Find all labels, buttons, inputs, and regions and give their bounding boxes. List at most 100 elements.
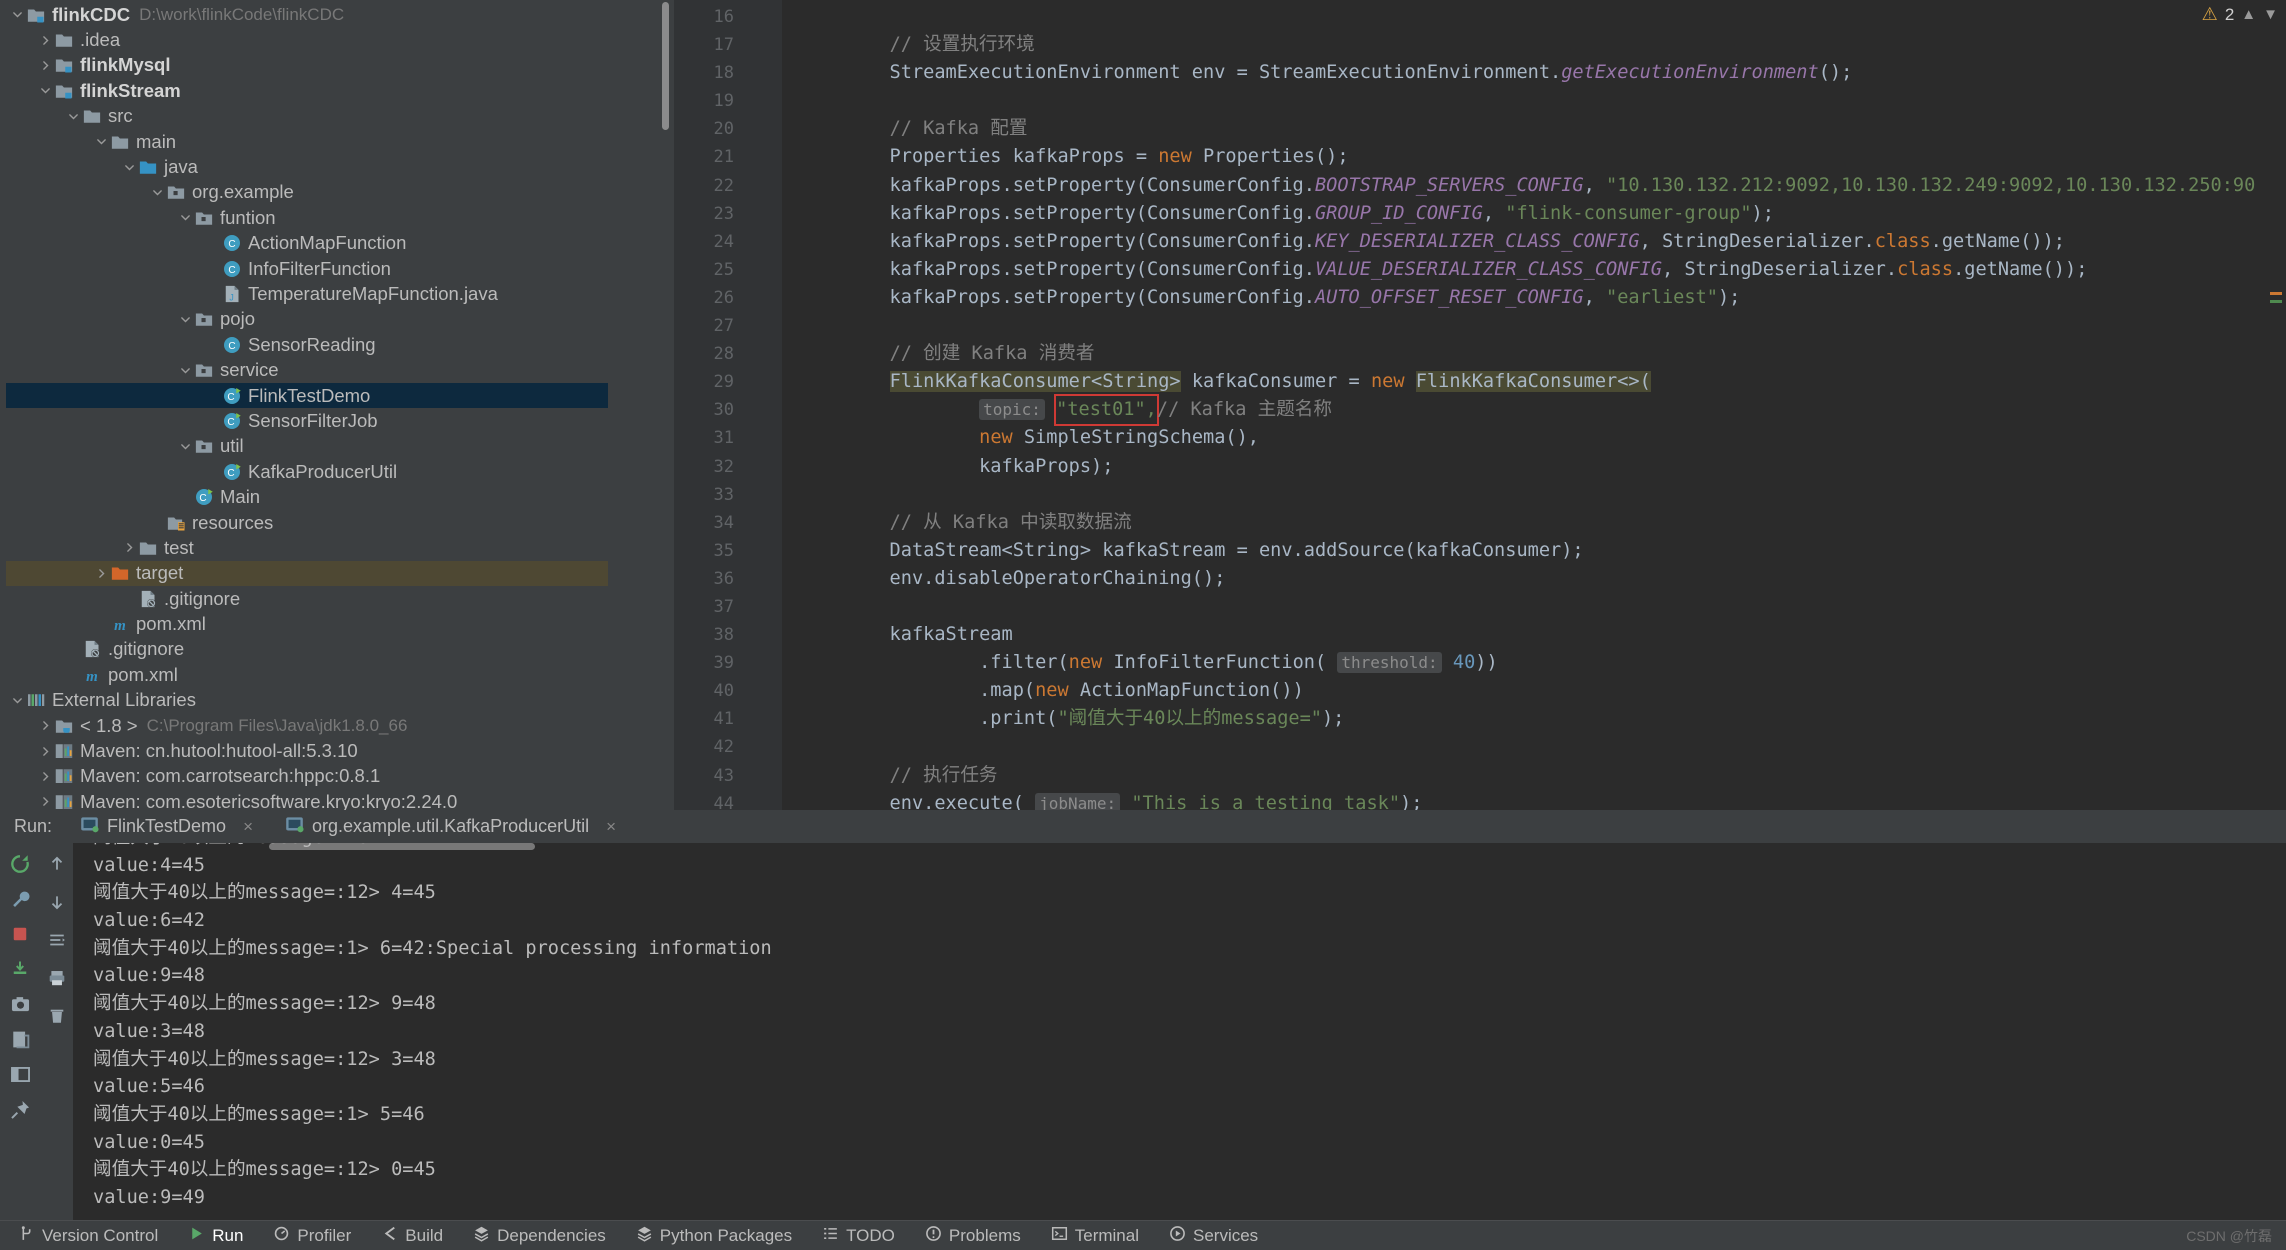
rerun-icon[interactable]: [7, 851, 33, 877]
close-icon[interactable]: ×: [606, 817, 616, 837]
tree-node-sensorfilterjob[interactable]: C SensorFilterJob: [0, 408, 608, 433]
code-line[interactable]: // 创建 Kafka 消费者: [800, 340, 2256, 368]
code-line[interactable]: // 从 Kafka 中读取数据流: [800, 509, 2256, 537]
run-tab-kafkaproducerutil[interactable]: org.example.util.KafkaProducerUtil ×: [285, 815, 626, 839]
status-bar-item-profiler[interactable]: Profiler: [273, 1225, 351, 1247]
wrench-icon[interactable]: [7, 886, 33, 912]
chevron-down-icon[interactable]: [178, 205, 193, 230]
tree-node-service[interactable]: service: [0, 357, 608, 382]
tree-node-flinkcdc[interactable]: flinkCDC D:\work\flinkCode\flinkCDC: [0, 2, 608, 27]
chevron-down-icon[interactable]: [38, 78, 53, 103]
code-line[interactable]: kafkaStream: [800, 621, 2256, 649]
tree-node-maven-com-esotericsoftware-kryo-kryo-2-24-0[interactable]: Maven: com.esotericsoftware.kryo:kryo:2.…: [0, 789, 608, 810]
code-line[interactable]: // 执行任务: [800, 762, 2256, 790]
tree-node-resources[interactable]: resources: [0, 510, 608, 535]
code-line[interactable]: DataStream<String> kafkaStream = env.add…: [800, 537, 2256, 565]
code-line[interactable]: kafkaProps.setProperty(ConsumerConfig.AU…: [800, 284, 2256, 312]
console-output[interactable]: 阈值大于40以上的message=:10> 4=47 value:4=45 阈值大于…: [73, 843, 2286, 1220]
run-actions-toolbar[interactable]: [0, 843, 40, 1220]
tree-node-maven-cn-hutool-hutool-all-5-3-10[interactable]: Maven: cn.hutool:hutool-all:5.3.10: [0, 738, 608, 763]
tree-node-pom-xml[interactable]: m pom.xml: [0, 611, 608, 636]
scroll-up-icon[interactable]: [44, 851, 70, 877]
soft-wrap-icon[interactable]: [44, 927, 70, 953]
code-line[interactable]: kafkaProps.setProperty(ConsumerConfig.GR…: [800, 200, 2256, 228]
trash-icon[interactable]: [44, 1003, 70, 1029]
editor-inspection-widget[interactable]: ⚠ 2 ▲ ▼: [2202, 4, 2278, 25]
editor-vertical-scrollbar[interactable]: [662, 2, 669, 130]
status-bar-item-version-control[interactable]: Version Control: [18, 1225, 158, 1247]
scroll-down-icon[interactable]: [44, 889, 70, 915]
export-icon[interactable]: [7, 1026, 33, 1052]
tree-node-org-example[interactable]: org.example: [0, 180, 608, 205]
tree-node-pojo[interactable]: pojo: [0, 307, 608, 332]
tree-node--1-8-[interactable]: < 1.8 > C:\Program Files\Java\jdk1.8.0_66: [0, 713, 608, 738]
source-code-area[interactable]: // 设置执行环境 StreamExecutionEnvironment env…: [782, 0, 2256, 810]
code-line[interactable]: .print("阈值大于40以上的message=");: [800, 705, 2256, 733]
code-line[interactable]: [800, 312, 2256, 340]
project-tree[interactable]: flinkCDC D:\work\flinkCode\flinkCDC .idea f…: [0, 2, 608, 810]
tree-node-flinktestdemo[interactable]: C FlinkTestDemo: [0, 382, 608, 409]
close-icon[interactable]: ×: [243, 817, 253, 837]
status-bar-item-python-packages[interactable]: Python Packages: [636, 1225, 792, 1247]
chevron-down-icon[interactable]: [150, 180, 165, 205]
chevron-right-icon[interactable]: [38, 789, 53, 810]
chevron-right-icon[interactable]: [38, 764, 53, 789]
chevron-down-icon[interactable]: [122, 154, 137, 179]
tree-node-flinkmysql[interactable]: flinkMysql: [0, 53, 608, 78]
code-line[interactable]: // Kafka 配置: [800, 115, 2256, 143]
chevron-down-icon[interactable]: [178, 434, 193, 459]
chevron-down-icon[interactable]: [66, 104, 81, 129]
chevron-down-icon[interactable]: [94, 129, 109, 154]
tree-node-main[interactable]: main: [0, 129, 608, 154]
code-line[interactable]: FlinkKafkaConsumer<String> kafkaConsumer…: [800, 368, 2256, 396]
tree-node-actionmapfunction[interactable]: C ActionMapFunction: [0, 231, 608, 256]
tree-node-maven-com-carrotsearch-hppc-0-8-1[interactable]: Maven: com.carrotsearch:hppc:0.8.1: [0, 764, 608, 789]
tree-node-src[interactable]: src: [0, 104, 608, 129]
tree-node--gitignore[interactable]: .gitignore: [0, 586, 608, 611]
tree-node-main[interactable]: C Main: [0, 484, 608, 509]
camera-icon[interactable]: [7, 991, 33, 1017]
chevron-right-icon[interactable]: [38, 738, 53, 763]
chevron-right-icon[interactable]: [94, 561, 109, 586]
code-line[interactable]: [800, 733, 2256, 761]
code-line[interactable]: kafkaProps);: [800, 453, 2256, 481]
code-line[interactable]: [800, 593, 2256, 621]
tree-node-target[interactable]: target: [0, 560, 608, 586]
tree-node-test[interactable]: test: [0, 535, 608, 560]
tree-node-pom-xml[interactable]: m pom.xml: [0, 662, 608, 687]
code-line[interactable]: .map(new ActionMapFunction()): [800, 677, 2256, 705]
code-folding-column[interactable]: [748, 0, 782, 839]
tree-node--idea[interactable]: .idea: [0, 27, 608, 52]
tree-node-java[interactable]: java: [0, 154, 608, 179]
stop-icon[interactable]: [7, 921, 33, 947]
status-bar-item-services[interactable]: Services: [1169, 1225, 1258, 1247]
code-line[interactable]: .filter(new InfoFilterFunction( threshol…: [800, 649, 2256, 677]
code-line[interactable]: kafkaProps.setProperty(ConsumerConfig.BO…: [800, 172, 2256, 200]
tree-node-kafkaproducerutil[interactable]: C KafkaProducerUtil: [0, 459, 608, 484]
chevron-down-icon[interactable]: ▼: [2263, 6, 2278, 23]
editor-error-stripe[interactable]: [2256, 0, 2286, 810]
code-line[interactable]: env.disableOperatorChaining();: [800, 565, 2256, 593]
chevron-right-icon[interactable]: [38, 53, 53, 78]
tree-node-flinkstream[interactable]: flinkStream: [0, 78, 608, 103]
run-tab-flinktestdemo[interactable]: FlinkTestDemo ×: [80, 815, 263, 839]
run-tab-bar[interactable]: Run: FlinkTestDemo × org.example.util.Ka…: [0, 810, 2286, 843]
bottom-status-bar[interactable]: Version Control Run Profiler Build Dependenc…: [0, 1220, 2286, 1250]
tree-node--gitignore[interactable]: .gitignore: [0, 637, 608, 662]
chevron-down-icon[interactable]: [10, 2, 25, 27]
project-tool-window[interactable]: flinkCDC D:\work\flinkCode\flinkCDC .idea f…: [0, 0, 608, 810]
code-line[interactable]: [800, 481, 2256, 509]
chevron-right-icon[interactable]: [38, 713, 53, 738]
code-line[interactable]: kafkaProps.setProperty(ConsumerConfig.KE…: [800, 228, 2256, 256]
tree-node-util[interactable]: util: [0, 434, 608, 459]
code-line[interactable]: topic: "test01",// Kafka 主题名称: [800, 394, 2256, 427]
chevron-up-icon[interactable]: ▲: [2241, 6, 2256, 23]
code-line[interactable]: [800, 3, 2256, 31]
status-bar-item-problems[interactable]: Problems: [925, 1225, 1021, 1247]
chevron-down-icon[interactable]: [178, 357, 193, 382]
status-bar-item-terminal[interactable]: Terminal: [1051, 1225, 1139, 1247]
status-bar-item-run[interactable]: Run: [188, 1225, 243, 1247]
code-line[interactable]: kafkaProps.setProperty(ConsumerConfig.VA…: [800, 256, 2256, 284]
code-line[interactable]: // 设置执行环境: [800, 31, 2256, 59]
tree-node-sensorreading[interactable]: C SensorReading: [0, 332, 608, 357]
